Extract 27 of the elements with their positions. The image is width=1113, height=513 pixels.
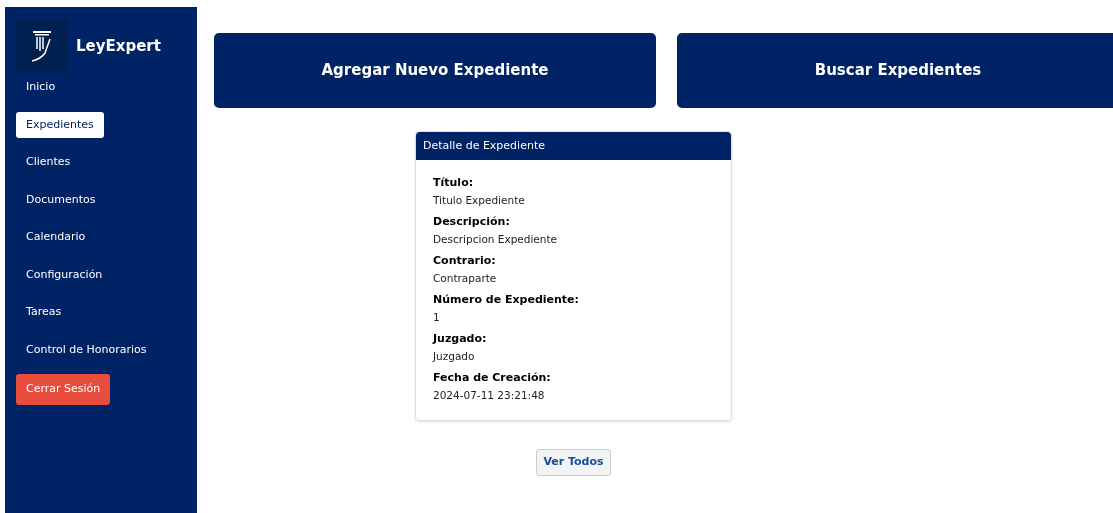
- field-label: Juzgado:: [433, 331, 488, 347]
- nav-item[interactable]: Expedientes: [16, 111, 104, 138]
- field-value: 1: [433, 310, 441, 325]
- brand-name: LeyExpert: [76, 35, 161, 57]
- nav-item[interactable]: Inicio: [16, 74, 66, 101]
- field-label: Número de Expediente:: [433, 292, 580, 308]
- logo-icon: [16, 20, 68, 72]
- nav-item[interactable]: Control de Honorarios: [16, 336, 157, 363]
- field-value: Juzgado: [433, 349, 476, 364]
- field-label: Fecha de Creación:: [433, 370, 552, 386]
- view-all-button[interactable]: Ver Todos: [536, 449, 611, 476]
- field-value: 2024-07-11 23:21:48: [433, 388, 546, 403]
- action-button[interactable]: Agregar Nuevo Expediente: [214, 33, 656, 108]
- nav-item[interactable]: Tareas: [16, 299, 72, 326]
- field-value: Contraparte: [433, 271, 498, 286]
- nav-item[interactable]: Clientes: [16, 149, 81, 176]
- field-label: Título:: [433, 175, 475, 191]
- logout-button[interactable]: Cerrar Sesión: [16, 374, 111, 405]
- card-header: Detalle de Expediente: [416, 132, 731, 160]
- action-button[interactable]: Buscar Expedientes: [677, 33, 1113, 108]
- nav-item[interactable]: Calendario: [16, 224, 96, 251]
- field-value: Descripcion Expediente: [433, 232, 559, 247]
- field-label: Descripción:: [433, 214, 511, 230]
- field-value: Titulo Expediente: [433, 193, 526, 208]
- nav-item[interactable]: Configuración: [16, 261, 113, 288]
- nav-item[interactable]: Documentos: [16, 186, 106, 213]
- field-label: Contrario:: [433, 253, 497, 269]
